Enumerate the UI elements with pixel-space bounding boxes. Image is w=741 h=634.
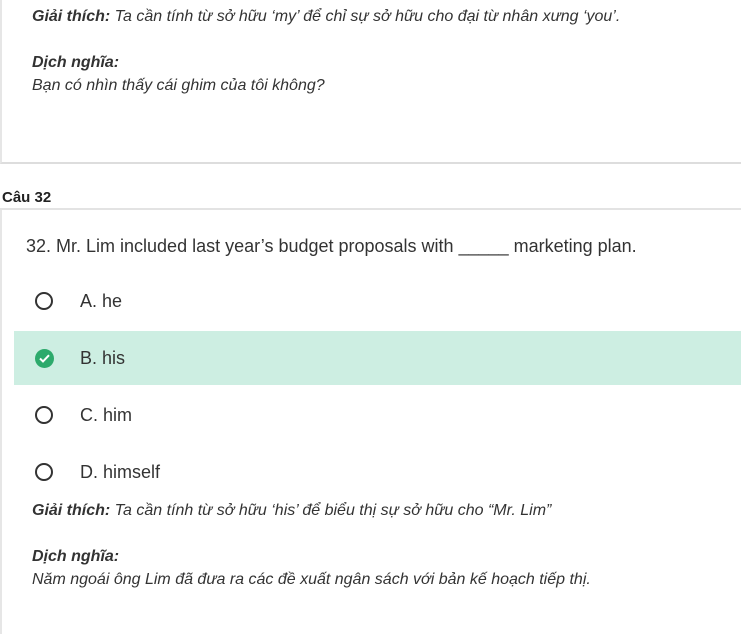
question-header-strip — [0, 164, 741, 210]
question-number-label: Câu 32 — [2, 189, 52, 206]
option-c[interactable]: C. him — [14, 388, 741, 442]
option-d-label: D. himself — [80, 462, 161, 482]
prev-explanation: Giải thích: Ta cần tính từ sở hữu ‘my’ đ… — [32, 8, 620, 26]
option-a[interactable]: A. he — [14, 274, 741, 328]
prev-translation-text: Bạn có nhìn thấy cái ghim của tôi không? — [32, 77, 325, 94]
radio-unchecked-icon[interactable] — [35, 292, 53, 310]
radio-unchecked-icon[interactable] — [35, 406, 53, 424]
option-b[interactable]: B. his — [14, 331, 741, 385]
explanation-text: Ta cần tính từ sở hữu ‘his’ để biểu thị … — [110, 502, 552, 519]
option-c-label: C. him — [80, 405, 133, 425]
explanation: Giải thích: Ta cần tính từ sở hữu ‘his’ … — [32, 502, 551, 520]
option-a-label: A. he — [80, 291, 123, 311]
check-circle-icon[interactable] — [35, 349, 54, 368]
translation-label-line: Dịch nghĩa: — [32, 548, 119, 566]
option-b-label: B. his — [80, 348, 126, 368]
question-text: 32. Mr. Lim included last year’s budget … — [26, 236, 637, 256]
prev-translation-label: Dịch nghĩa: — [32, 54, 120, 71]
radio-unchecked-icon[interactable] — [35, 463, 53, 481]
translation-text: Năm ngoái ông Lim đã đưa ra các đề xuất … — [32, 571, 591, 588]
translation-label: Dịch nghĩa: — [32, 548, 120, 565]
prev-explanation-text: Ta cần tính từ sở hữu ‘my’ để chỉ sự sở … — [110, 8, 621, 25]
option-d[interactable]: D. himself — [14, 445, 741, 499]
prev-explanation-label: Giải thích: — [32, 8, 111, 25]
prev-translation-label-line: Dịch nghĩa: — [32, 54, 119, 72]
explanation-label: Giải thích: — [32, 502, 111, 519]
